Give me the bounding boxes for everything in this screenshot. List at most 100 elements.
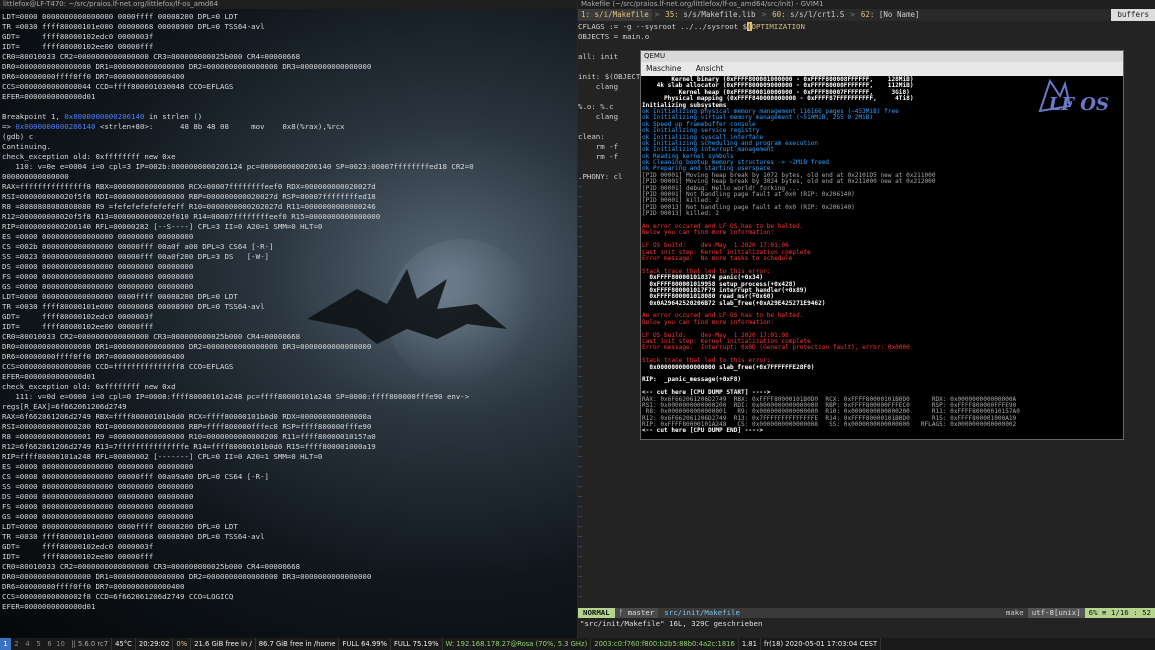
vim-empty-line-marker: ~ <box>578 592 583 601</box>
menu-ansicht[interactable]: Ansicht <box>696 64 724 73</box>
terminal-line: => 0x0000000000206140 <strlen+80>: 48 8b… <box>2 122 345 131</box>
terminal-line: GDT= ffff80000102edc0 0000003f <box>2 312 154 321</box>
workspace-button[interactable]: 6 <box>44 638 55 650</box>
vim-empty-line-marker: ~ <box>578 572 583 581</box>
workspace-button[interactable]: 4 <box>22 638 33 650</box>
terminal-output: LDT=0000 0000000000000000 0000ffff 00008… <box>2 12 474 612</box>
terminal-line: ES =0000 0000000000000000 00000000 00000… <box>2 462 194 471</box>
terminal-line: EFER=0000000000000d01 <box>2 372 96 381</box>
terminal-line: CCS=0000000000000000 CCD=fffffffffffffff… <box>2 362 234 371</box>
vim-empty-line-marker: ~ <box>578 442 583 451</box>
terminal-line: DR6=00000000ffff0ff0 DR7=000000000000040… <box>2 352 185 361</box>
status-bar: 1 2 4 5 6 10 || 5.6.0 rc7 45°C 20:29:02 0% 21.6 G… <box>0 638 1155 650</box>
vim-tab[interactable]: 1: s/i/Makefile <box>578 9 652 21</box>
status-segment: || 5.6.0 rc7 <box>68 638 113 650</box>
terminal-line: EFER=0000000000000d01 <box>2 602 96 611</box>
vim-empty-line-marker: ~ <box>578 532 583 541</box>
terminal-line: DS =0000 0000000000000000 00000000 00000… <box>2 262 194 271</box>
terminal-pane[interactable]: LDT=0000 0000000000000000 0000ffff 00008… <box>0 9 577 638</box>
terminal-line: check_exception old: 0xffffffff new 0xe <box>2 152 176 161</box>
vim-line[interactable]: OBJECTS = main.o <box>578 32 1155 42</box>
terminal-line: CCS=0000000000000044 CCD=ffff80000103004… <box>2 82 234 91</box>
terminal-line: CR0=80010033 CR2=0000000000000000 CR3=00… <box>2 52 301 61</box>
workspace-button[interactable]: 1 <box>0 638 11 650</box>
terminal-line: SS =0023 0000000000000000 00000fff 00a0f… <box>2 252 269 261</box>
terminal-line: Breakpoint 1, 0x0000000000206140 in strl… <box>2 112 203 121</box>
status-position: 1/16 <box>1110 608 1129 617</box>
terminal-line: FS =0000 0000000000000000 00000000 00000… <box>2 502 194 511</box>
vim-tab-number: 62: <box>860 10 879 19</box>
status-filetype: make <box>1005 608 1024 617</box>
terminal-line: CR0=80010033 CR2=0000000000000000 CR3=00… <box>2 562 301 571</box>
terminal-line: R8 =0000000000000001 R9 =000000000000000… <box>2 432 376 441</box>
vim-tab[interactable]: 35: s/s/Makefile.lib <box>662 9 758 21</box>
tab-separator-icon: > <box>761 10 767 19</box>
git-branch: ᚠ master <box>614 608 659 618</box>
vim-empty-line-marker: ~ <box>578 522 583 531</box>
terminal-line: R8 =8080808080808080 R9 =fefefefefefefef… <box>2 202 376 211</box>
terminal-line: GDT= ffff80000102edc0 0000003f <box>2 32 154 41</box>
terminal-line: R12=000000000020f5f8 R13=0000000000020f0… <box>2 212 381 221</box>
terminal-line: CS =002b 0000000000000000 00000fff 00a0f… <box>2 242 274 251</box>
status-segment: FULL 75.19% <box>391 638 443 650</box>
terminal-line: CCS=00000000000002f8 CCD=6f662061206d274… <box>2 592 234 601</box>
terminal-line: RIP=0000000000206140 RFL=00000282 [--S--… <box>2 222 323 231</box>
terminal-line: DR0=0000000000000000 DR1=000000000000000… <box>2 62 372 71</box>
terminal-line: R12=6f662061206d2749 R13=7ffffffffffffff… <box>2 442 376 451</box>
status-segment: 21.6 GiB free in / <box>191 638 256 650</box>
qemu-window[interactable]: QEMU Maschine Ansicht LF OS Kernel binar… <box>640 50 1124 440</box>
vim-tab-label: s/i/Makefile <box>594 10 649 19</box>
vim-empty-line-marker: ~ <box>578 582 583 591</box>
terminal-line: LDT=0000 0000000000000000 0000ffff 00008… <box>2 292 238 301</box>
terminal-line: 000000000000000 <box>2 172 69 181</box>
status-column: 52 <box>1142 608 1151 617</box>
terminal-line: Continuing. <box>2 142 51 151</box>
vim-command-line[interactable]: "src/init/Makefile" 16L, 329C geschriebe… <box>578 619 1155 629</box>
terminal-line: regs[R_EAX]=6f662061206d2749 <box>2 402 127 411</box>
vim-line[interactable]: CFLAGS := -g --sysroot ../../sysroot $(O… <box>578 22 1155 32</box>
terminal-line: RIP=ffff80000101a248 RFL=00000002 [-----… <box>2 452 323 461</box>
vim-tab[interactable]: 60: s/s/l/crt1.S <box>769 9 847 21</box>
vim-empty-line-marker: ~ <box>578 552 583 561</box>
qemu-console-output: Kernel binary (0xFFFF800001000000 - 0xFF… <box>642 76 1020 435</box>
terminal-line: GDT= ffff80000102edc0 0000003f <box>2 542 154 551</box>
menu-maschine[interactable]: Maschine <box>646 64 681 73</box>
lf-os-logo-text: LF OS <box>1048 94 1109 115</box>
status-segments: || 5.6.0 rc7 45°C 20:29:02 0% 21.6 GiB free … <box>68 638 882 650</box>
terminal-line: check_exception old: 0xffffffff new 0xd <box>2 382 176 391</box>
workspace-button[interactable]: 10 <box>55 638 66 650</box>
tab-separator-icon: > <box>654 10 660 19</box>
terminal-line: CS =0008 0000000000000000 00000fff 00a09… <box>2 472 269 481</box>
vim-tabline: 1: s/i/Makefile >35: s/s/Makefile.lib >60:… <box>578 9 1155 21</box>
terminal-line: (gdb) c <box>2 132 34 141</box>
qemu-screen[interactable]: LF OS Kernel binary (0xFFFF800001000000 … <box>641 76 1123 439</box>
terminal-line: RSI=000000000020f5f8 RDI=000000000000000… <box>2 192 376 201</box>
git-branch-name: master <box>627 608 655 617</box>
terminal-line: IDT= ffff80000102ee00 00000fff <box>2 42 154 51</box>
vim-empty-line-marker: ~ <box>578 562 583 571</box>
terminal-line: LDT=0000 0000000000000000 0000ffff 00008… <box>2 522 238 531</box>
terminal-window-title: littlefox@LF-T470: ~/src/praios.lf-net.o… <box>0 0 577 9</box>
terminal-line: ES =0000 0000000000000000 00000000 00000… <box>2 232 194 241</box>
status-filename: src/init/Makefile <box>664 608 740 617</box>
workspace-button[interactable]: 2 <box>11 638 22 650</box>
vim-empty-line-marker: ~ <box>578 542 583 551</box>
branch-icon: ᚠ <box>618 608 628 617</box>
terminal-line: GS =0000 0000000000000000 00000000 00000… <box>2 282 194 291</box>
workspace-button[interactable]: 5 <box>33 638 44 650</box>
terminal-line: 110: v=0e e=0004 i=0 cpl=3 IP=002b:00000… <box>2 162 474 171</box>
buffers-label[interactable]: buffers <box>1111 9 1155 21</box>
vim-tab-number: 35: <box>665 10 684 19</box>
terminal-line: IDT= ffff80000102ee00 00000fff <box>2 552 154 561</box>
gvim-window-title: Makefile (~/src/praios.lf-net.org/little… <box>578 0 1155 9</box>
vim-tab-label: s/s/Makefile.lib <box>683 10 756 19</box>
vim-tab-label: [No Name] <box>878 10 920 19</box>
status-segment: 20:29:02 <box>136 638 174 650</box>
vim-empty-line-marker: ~ <box>578 472 583 481</box>
vim-empty-line-marker: ~ <box>578 502 583 511</box>
terminal-line: LDT=0000 0000000000000000 0000ffff 00008… <box>2 12 238 21</box>
vim-tab[interactable]: 62: [No Name] <box>858 9 923 21</box>
vim-tab-label: s/s/l/crt1.S <box>790 10 845 19</box>
status-segment: fr(18) 2020-05-01 17:03:04 CEST <box>761 638 882 650</box>
status-encoding: utf-8[unix] <box>1027 608 1085 618</box>
